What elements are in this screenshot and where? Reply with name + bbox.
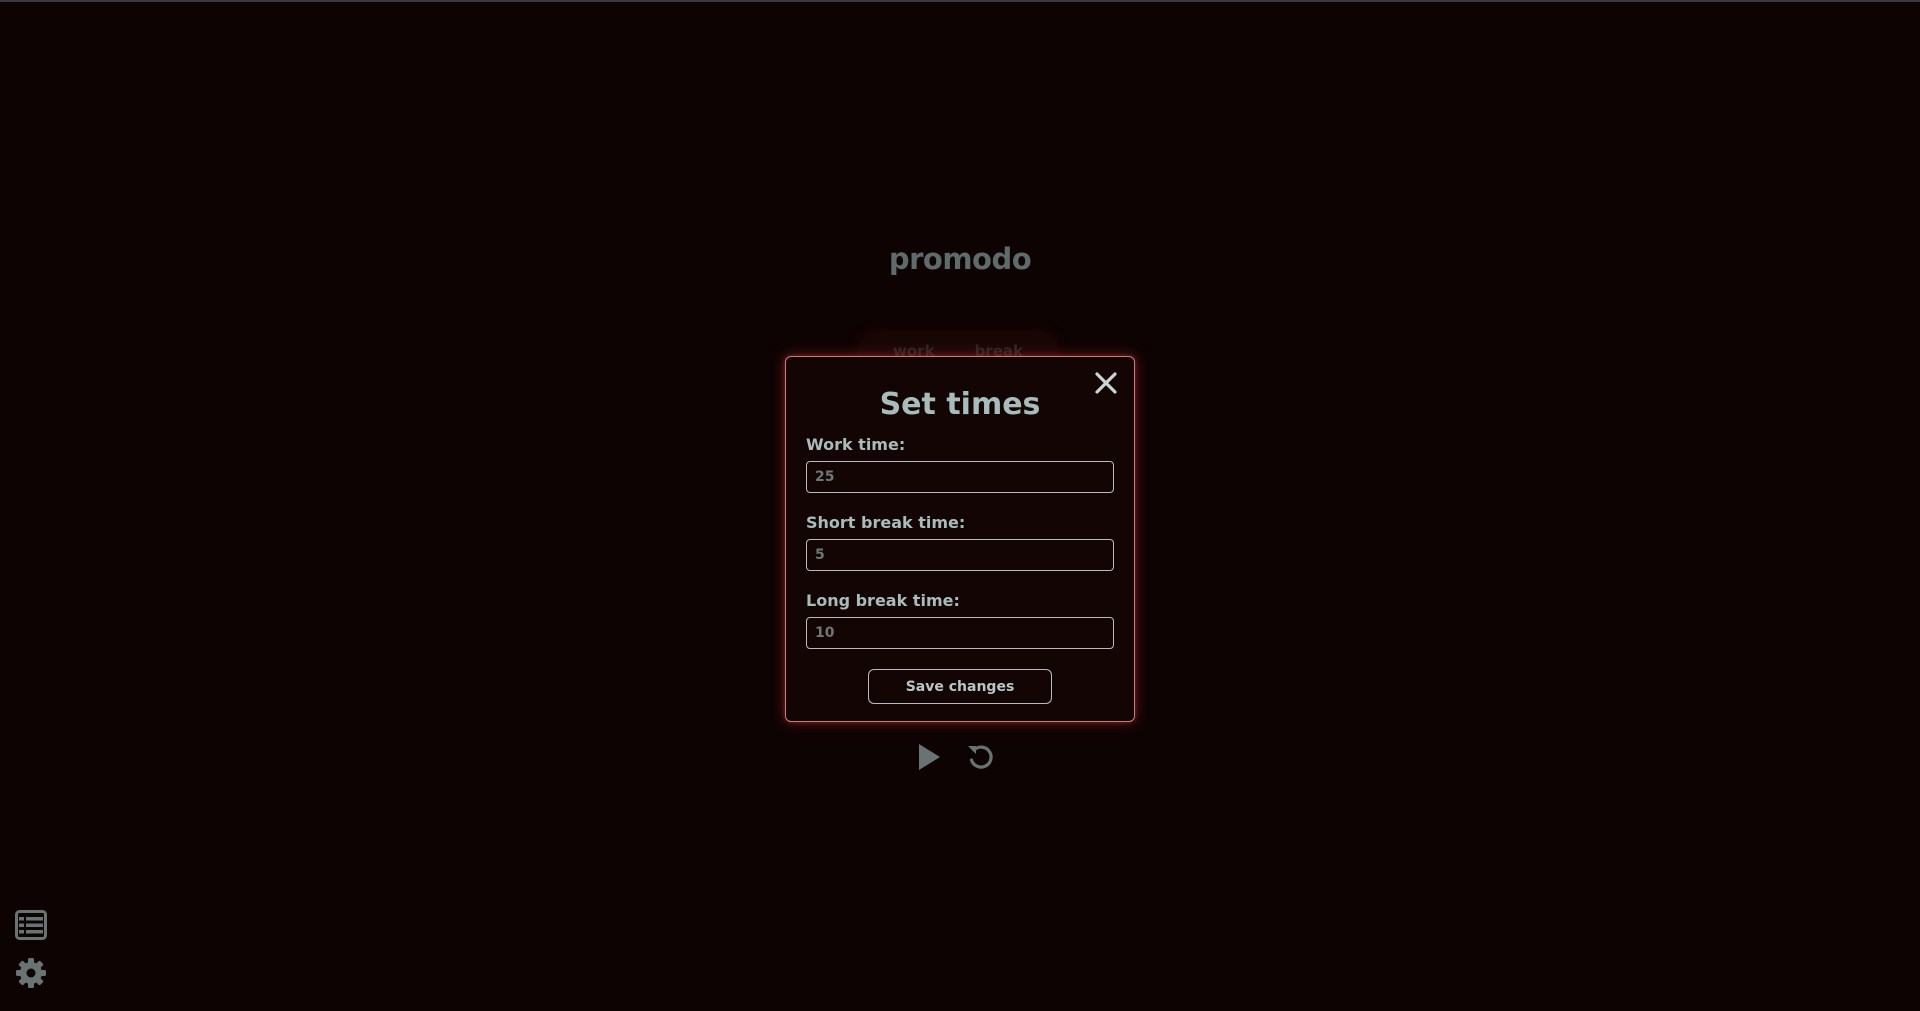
- reset-button[interactable]: [964, 742, 998, 776]
- list-button[interactable]: [14, 910, 48, 944]
- settings-button[interactable]: [14, 958, 48, 992]
- side-toolbar: [14, 910, 48, 992]
- short-break-label: Short break time:: [806, 513, 966, 532]
- long-break-input[interactable]: [806, 617, 1114, 649]
- play-icon: [916, 742, 942, 776]
- short-break-input[interactable]: [806, 539, 1114, 571]
- play-button[interactable]: [912, 742, 946, 776]
- long-break-label: Long break time:: [806, 591, 960, 610]
- list-icon: [15, 910, 47, 944]
- timer-controls: [912, 742, 998, 776]
- app-root: promodo work break Set times Work time: …: [0, 0, 1920, 1011]
- app-title: promodo: [888, 242, 1032, 276]
- reset-icon: [965, 741, 997, 777]
- work-time-input[interactable]: [806, 461, 1114, 493]
- modal-title: Set times: [879, 387, 1041, 422]
- work-time-label: Work time:: [806, 435, 906, 454]
- set-times-modal: Set times Work time: Short break time: L…: [785, 356, 1135, 722]
- save-changes-button[interactable]: Save changes: [868, 669, 1052, 704]
- gear-icon: [15, 957, 47, 993]
